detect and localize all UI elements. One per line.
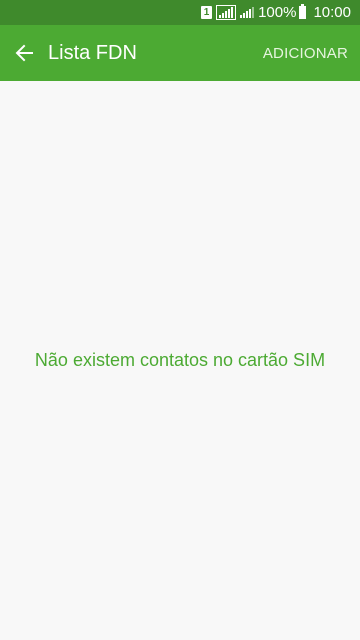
status-bar: 1 100% 10:00 — [0, 0, 360, 25]
page-title: Lista FDN — [48, 41, 137, 64]
arrow-left-icon — [15, 44, 33, 62]
content-area: Não existem contatos no cartão SIM — [0, 81, 360, 640]
battery-icon — [299, 4, 307, 19]
empty-state-message: Não existem contatos no cartão SIM — [34, 349, 326, 370]
signal-strength-secondary-icon — [240, 7, 255, 18]
clock: 10:00 — [313, 4, 351, 21]
back-button[interactable] — [0, 25, 48, 81]
sim-card-icon: 1 — [201, 6, 213, 19]
add-button[interactable]: ADICIONAR — [251, 25, 360, 81]
battery-percent: 100% — [258, 4, 297, 21]
signal-strength-icon — [216, 5, 237, 20]
app-bar: Lista FDN ADICIONAR — [0, 25, 360, 81]
